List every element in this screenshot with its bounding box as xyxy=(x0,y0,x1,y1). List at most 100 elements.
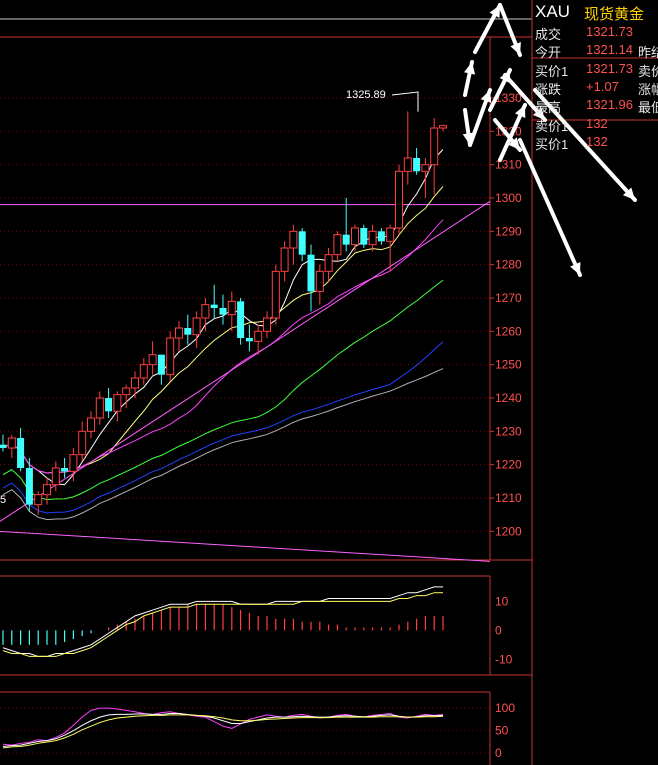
candle-body xyxy=(0,444,7,448)
quote-row-label2: 昨结 xyxy=(638,45,658,61)
quote-row-label2: 最低 xyxy=(638,100,658,116)
kdj-tick-label: 100 xyxy=(495,701,515,715)
quote-row-label: 今开 xyxy=(535,45,562,61)
quote-panel: XAU 现货黄金 成交 1321.73 今开 1321.14 昨结 买价1 1321.73 卖… xyxy=(532,0,658,170)
candle-body xyxy=(439,125,447,129)
candle-body xyxy=(403,157,412,172)
candle-body xyxy=(395,170,403,229)
kdj-series-line xyxy=(2,714,444,749)
candle-body xyxy=(51,467,60,486)
macd-tick-label: -10 xyxy=(495,652,513,666)
candle-body xyxy=(342,234,350,245)
candle-body xyxy=(333,234,342,256)
candle-body xyxy=(166,337,175,376)
instrument-name: 现货黄金 xyxy=(584,6,645,23)
quote-row-label: 成交 xyxy=(535,27,562,42)
candle-body xyxy=(43,484,51,496)
y-tick-label: 1210 xyxy=(495,491,522,505)
ma45-line xyxy=(2,341,444,514)
candle-body xyxy=(245,338,253,342)
quote-row: 卖价1 132 xyxy=(532,116,658,134)
candle-body xyxy=(139,364,148,379)
y-tick-label: 1250 xyxy=(495,358,522,372)
candle-body xyxy=(210,304,218,308)
annotation-arrowhead xyxy=(480,90,492,103)
candle-body xyxy=(87,417,95,432)
y-tick-label: 1200 xyxy=(495,524,522,538)
candle-body xyxy=(386,227,395,242)
candle-body xyxy=(175,327,183,339)
candle-body xyxy=(192,317,201,336)
kdj-tick-label: 0 xyxy=(495,746,502,760)
y-tick-label: 1270 xyxy=(495,291,522,305)
y-tick-label: 1300 xyxy=(495,191,522,205)
quote-row: 最高 1321.96 最低 xyxy=(532,97,658,115)
candle-body xyxy=(254,330,263,342)
y-tick-label: 1240 xyxy=(495,391,522,405)
y-tick-label: 1290 xyxy=(495,224,522,238)
quote-row-label: 涨跌 xyxy=(535,81,562,97)
candle-body xyxy=(351,227,359,246)
quote-row-value: 132 xyxy=(586,133,608,149)
candle-body xyxy=(122,387,131,396)
support-line xyxy=(0,530,491,562)
candle-body xyxy=(377,231,385,242)
quote-row: 涨跌 +1.07 涨幅 xyxy=(532,79,658,97)
quote-row-value: +1.07 xyxy=(586,78,619,94)
candle-body xyxy=(271,270,280,319)
low-price-label: 5 xyxy=(0,494,7,506)
candle-body xyxy=(69,454,78,472)
y-tick-label: 1280 xyxy=(495,258,522,272)
candle-body xyxy=(421,164,430,172)
y-tick-label: 1260 xyxy=(495,324,522,338)
candle-body xyxy=(430,127,439,166)
quote-row-label2: 卖价 xyxy=(638,63,658,79)
candle-body xyxy=(315,270,324,292)
candle-body xyxy=(157,354,165,375)
quote-row: 成交 1321.73 xyxy=(532,24,658,42)
candle-body xyxy=(17,438,25,468)
candle-body xyxy=(25,468,33,505)
quote-row-label: 买价1 xyxy=(535,63,569,79)
candle-body xyxy=(219,308,227,315)
ma10-line xyxy=(2,186,444,474)
quote-row-label2: 涨幅 xyxy=(638,81,658,97)
macd-tick-label: 10 xyxy=(495,594,509,608)
candle-body xyxy=(34,494,43,506)
quote-row: 买价1 1321.73 卖价 xyxy=(532,61,658,79)
y-tick-label: 1230 xyxy=(495,424,522,438)
candle-body xyxy=(289,230,298,249)
quote-row-label: 卖价1 xyxy=(535,118,569,134)
quote-row-label: 买价1 xyxy=(535,136,569,152)
candle-body xyxy=(368,230,377,246)
candle-body xyxy=(184,328,192,335)
candle-body xyxy=(413,158,421,172)
y-tick-label: 1220 xyxy=(495,458,522,472)
quote-row-value: 1321.73 xyxy=(586,24,633,39)
quote-row-value: 1321.96 xyxy=(586,97,633,113)
candle-body xyxy=(148,354,157,366)
candle-body xyxy=(78,430,87,456)
candle-body xyxy=(201,304,210,319)
candle-body xyxy=(131,377,139,389)
candle-body xyxy=(307,254,315,292)
macd-tick-label: 0 xyxy=(495,623,502,637)
kdj-tick-label: 50 xyxy=(495,724,509,738)
candle-body xyxy=(237,301,245,338)
candle-body xyxy=(263,317,271,332)
candle-body xyxy=(324,254,333,272)
candle-body xyxy=(298,231,306,255)
quote-row-value: 1321.73 xyxy=(586,60,633,76)
candle-body xyxy=(113,394,122,412)
candle-body xyxy=(227,300,236,316)
candle-body xyxy=(280,247,289,272)
quote-row: 今开 1321.14 昨结 xyxy=(532,42,658,60)
candle-body xyxy=(95,397,104,419)
ma20-line xyxy=(2,219,444,474)
high-price-label: 1325.89 xyxy=(346,89,386,101)
kdj-series-line xyxy=(2,707,444,746)
quote-row: 买价1 132 xyxy=(532,134,658,152)
symbol: XAU xyxy=(535,2,570,21)
high-callout-line xyxy=(391,91,419,112)
candle-body xyxy=(360,228,368,245)
